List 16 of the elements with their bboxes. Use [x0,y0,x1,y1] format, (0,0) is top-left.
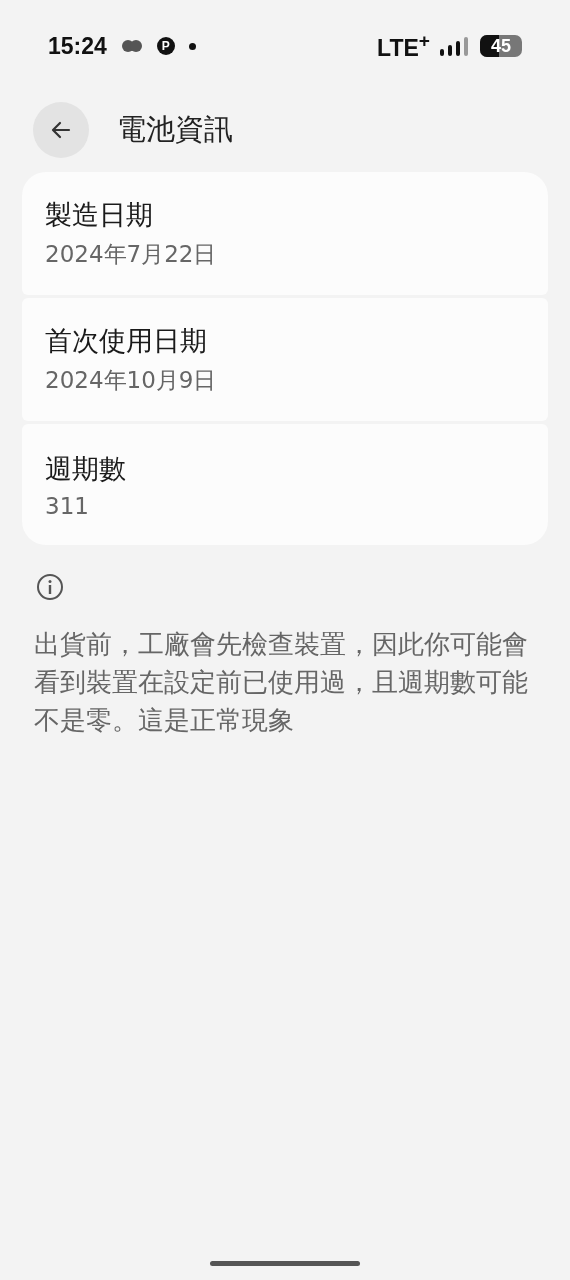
back-button[interactable] [33,102,89,158]
item-title: 週期數 [45,451,127,486]
notification-badge: P [156,37,175,55]
info-note: 出貨前，工廠會先檢查裝置，因此你可能會看到裝置在設定前已使用過，且週期數可能不是零。這是正常現象 [34,628,529,737]
info-icon [36,573,64,601]
item-value: 2024年7月22日 [45,240,218,269]
cloud-icon [120,39,143,53]
item-title: 製造日期 [45,198,154,232]
network-label: LTE$^{+}$ [377,30,430,62]
item-value: 2024年10月9日 [45,366,218,395]
page-title: 電池資訊 [117,111,233,148]
signal-icon [440,36,470,56]
dot-icon [188,42,196,50]
item-value: 311 [45,492,90,519]
status-time: 15:24 [48,32,107,60]
item-title: 首次使用日期 [45,324,208,358]
